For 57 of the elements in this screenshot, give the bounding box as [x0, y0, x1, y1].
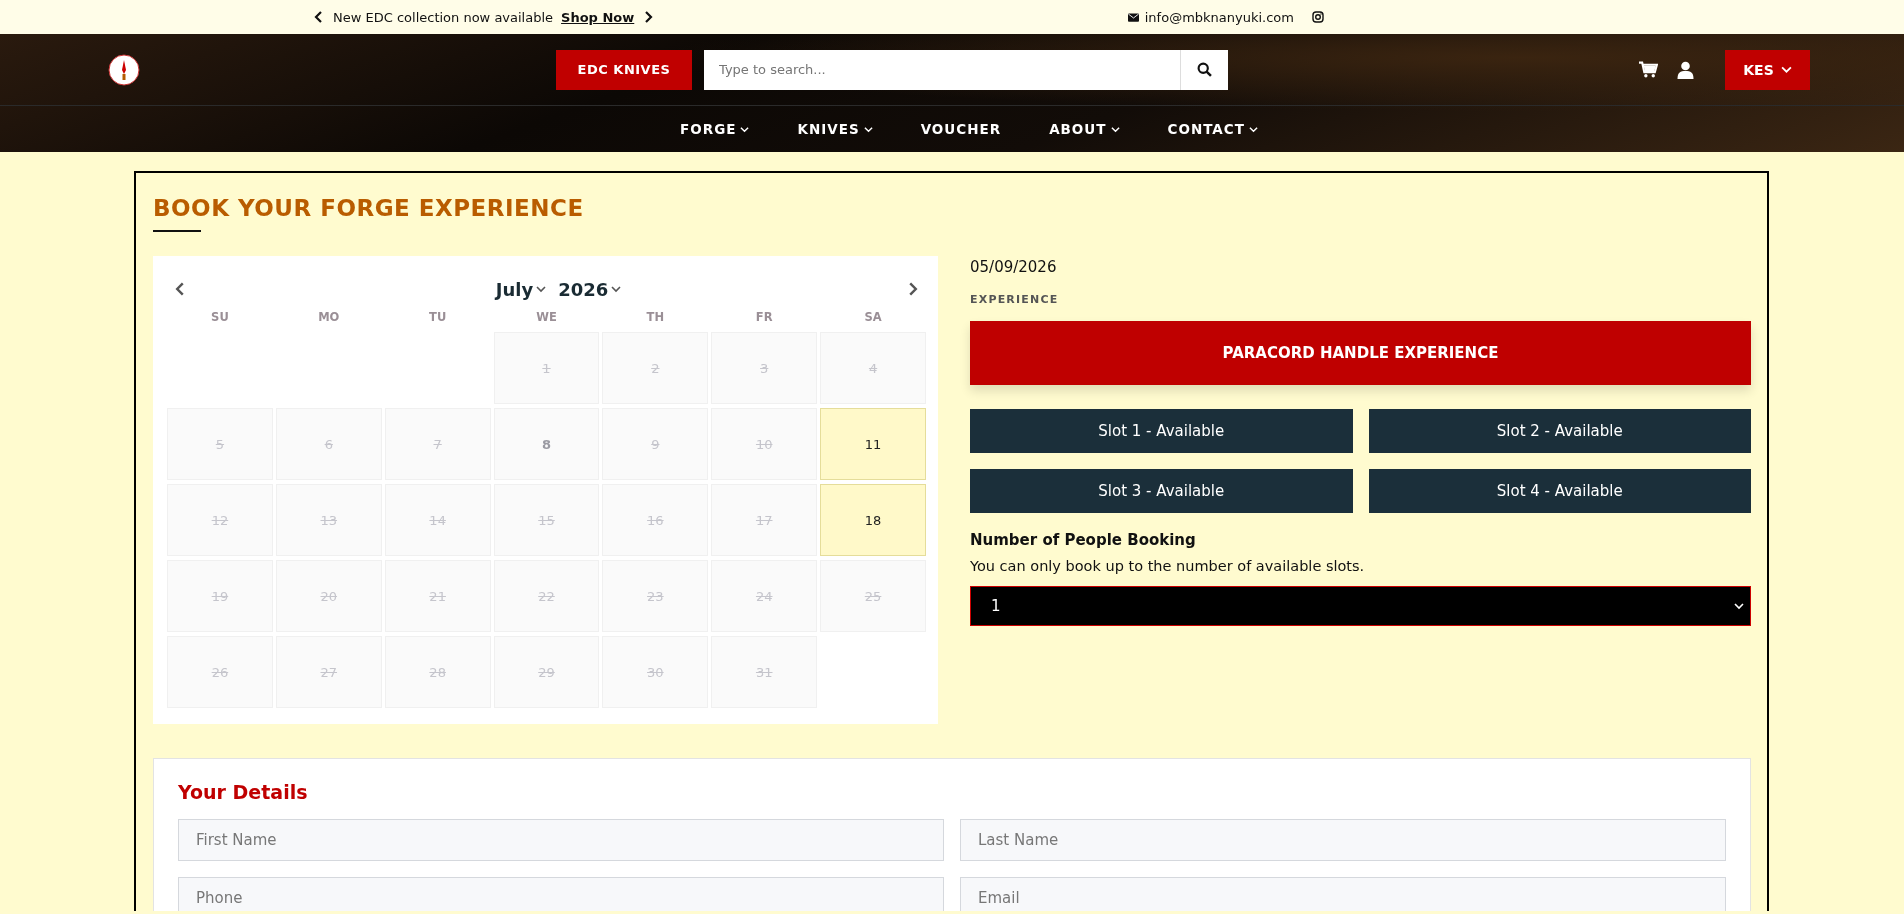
cart-icon	[1639, 60, 1658, 79]
search-icon	[1197, 62, 1212, 77]
chevron-left-icon	[314, 11, 323, 23]
slot-button[interactable]: Slot 3 - Available	[970, 469, 1353, 513]
search-field[interactable]: Type to search...	[704, 49, 1180, 90]
experience-button[interactable]: PARACORD HANDLE EXPERIENCE	[970, 321, 1751, 385]
nav-item[interactable]: KNIVES	[797, 121, 873, 137]
experience-label: EXPERIENCE	[970, 293, 1060, 306]
year-dropdown[interactable]: 2026	[558, 278, 622, 300]
category-button[interactable]: EDC KNIVES	[556, 49, 692, 90]
weekday-label: WE	[535, 310, 558, 324]
previous-button[interactable]	[312, 9, 325, 25]
caret-icon	[611, 284, 622, 294]
nav-item[interactable]: CONTACT	[1167, 121, 1258, 137]
caret-icon	[1734, 601, 1744, 611]
calendar-day: 8	[493, 408, 600, 480]
knife-logo-icon	[108, 53, 140, 86]
text-field[interactable]: First Name	[178, 819, 944, 861]
slot-button[interactable]: Slot 1 - Available	[970, 409, 1353, 453]
details-title: Your Details	[178, 781, 309, 803]
text-field[interactable]: Last Name	[960, 819, 1726, 861]
announcement-text: New EDC collection now available	[333, 9, 554, 25]
weekday-label: SU	[210, 310, 230, 324]
weekday-label: SA	[863, 310, 883, 324]
search-button[interactable]	[1180, 49, 1228, 90]
logo-link[interactable]	[108, 53, 140, 86]
caret-icon	[1780, 64, 1792, 75]
weekday-label: TH	[645, 310, 666, 324]
calendar-day[interactable]: 11	[820, 408, 926, 480]
user-icon	[1676, 60, 1695, 79]
selected-date: 05/09/2026	[970, 258, 1058, 276]
slot-button[interactable]: Slot 4 - Available	[1368, 469, 1751, 513]
weekday-label: TU	[428, 310, 448, 324]
envelope-icon	[1127, 12, 1139, 22]
nav-item[interactable]: VOUCHER	[920, 121, 1002, 137]
weekday-label: MO	[317, 310, 341, 324]
calendar-day[interactable]: 18	[820, 484, 926, 556]
chevron-right-icon	[908, 282, 918, 296]
camera-icon	[1312, 11, 1324, 23]
instagram-link[interactable]	[1312, 11, 1324, 23]
weekday-label: FR	[754, 310, 774, 324]
chevron-right-icon	[644, 11, 654, 23]
slot-button[interactable]: Slot 2 - Available	[1368, 409, 1751, 453]
people-dropdown[interactable]: 1	[970, 586, 1751, 626]
month-dropdown[interactable]: July	[495, 278, 547, 300]
chevron-left-icon	[175, 282, 185, 296]
shop-now-link[interactable]: Shop Now	[561, 9, 635, 25]
currency-dropdown[interactable]: KES	[1725, 49, 1810, 90]
page-title: BOOK YOUR FORGE EXPERIENCE	[153, 195, 585, 221]
people-heading: Number of People Booking	[970, 531, 1197, 549]
text-field[interactable]: Phone	[178, 877, 944, 911]
nav-item[interactable]: ABOUT	[1049, 121, 1120, 137]
caret-icon	[536, 284, 547, 294]
email-link[interactable]: info@mbknanyuki.com	[1144, 9, 1294, 25]
text-field[interactable]: Email	[960, 877, 1726, 911]
nav-item[interactable]: FORGE	[680, 121, 750, 137]
people-note: You can only book up to the number of available slots.	[970, 558, 1366, 574]
